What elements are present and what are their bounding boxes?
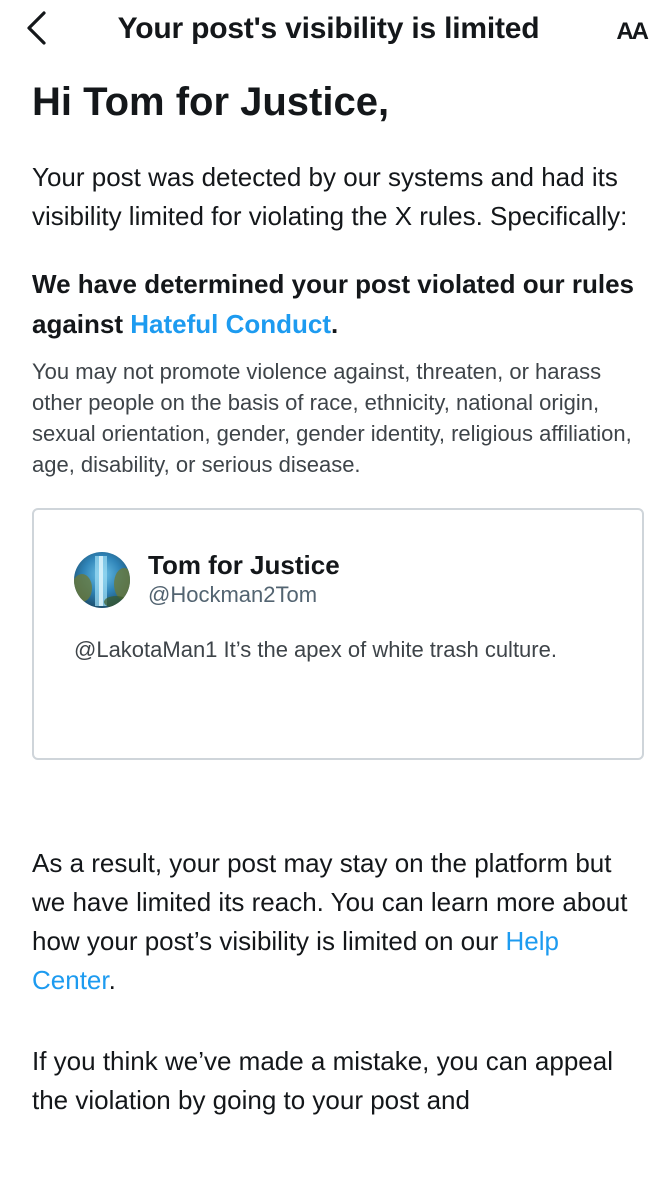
avatar (74, 552, 130, 608)
post-card: Tom for Justice @Hockman2Tom @LakotaMan1… (32, 508, 644, 760)
notice-content: Hi Tom for Justice, Your post was detect… (32, 76, 647, 1120)
result-period: . (108, 965, 116, 995)
page-title: Your post's visibility is limited (117, 12, 540, 45)
post-text: @LakotaMan1 It’s the apex of white trash… (74, 637, 557, 662)
appeal-paragraph: If you think we’ve made a mistake, you c… (32, 1046, 613, 1115)
hateful-conduct-link[interactable]: Hateful Conduct (130, 309, 331, 339)
greeting-heading: Hi Tom for Justice, (32, 80, 390, 124)
text-size-icon: AA (616, 18, 649, 45)
text-size-button[interactable]: AA (616, 18, 649, 46)
rule-description: You may not promote violence against, th… (32, 359, 632, 477)
post-author-name: Tom for Justice (148, 550, 340, 580)
intro-paragraph: Your post was detected by our systems an… (32, 162, 628, 231)
violation-period: . (331, 309, 339, 339)
result-paragraph: As a result, your post may stay on the p… (32, 844, 647, 1000)
top-nav-bar: Your post's visibility is limited AA (0, 0, 663, 62)
avatar-image (74, 552, 130, 608)
post-author-handle: @Hockman2Tom (148, 582, 318, 607)
violation-statement: We have determined your post violated ou… (32, 264, 647, 344)
